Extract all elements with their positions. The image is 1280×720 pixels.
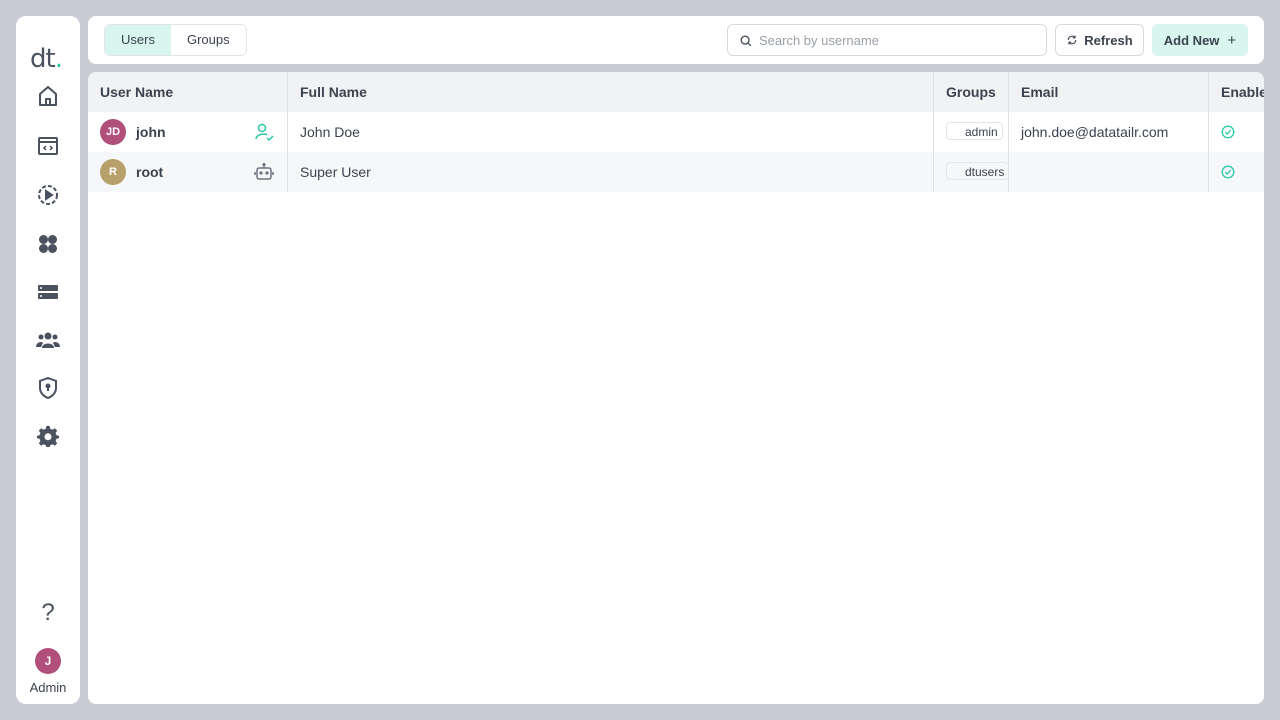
help-icon[interactable]: ? bbox=[36, 600, 60, 626]
username: root bbox=[136, 164, 164, 180]
column-divider[interactable] bbox=[287, 72, 288, 192]
avatar: R bbox=[100, 159, 126, 185]
table-header: User Name Full Name Groups Email Enabled bbox=[88, 72, 1264, 112]
logo-text: dt bbox=[30, 44, 56, 74]
server-icon[interactable] bbox=[36, 280, 60, 304]
column-header-groups[interactable]: Groups bbox=[934, 72, 1008, 112]
search-input[interactable] bbox=[759, 25, 1039, 55]
gear-icon[interactable] bbox=[36, 424, 60, 448]
tab-groups[interactable]: Groups bbox=[170, 25, 246, 55]
refresh-label: Refresh bbox=[1084, 32, 1133, 48]
check-circle-icon bbox=[1221, 125, 1235, 139]
group-chip[interactable]: admin bbox=[946, 122, 1003, 140]
column-header-enabled[interactable]: Enabled bbox=[1209, 72, 1264, 112]
apps-grid-icon[interactable] bbox=[36, 232, 60, 256]
user-avatar[interactable]: J bbox=[35, 648, 61, 674]
robot-icon bbox=[254, 162, 274, 180]
full-name: Super User bbox=[300, 164, 371, 180]
user-role-label: Admin bbox=[29, 680, 67, 695]
play-circle-icon[interactable] bbox=[36, 183, 60, 207]
code-window-icon[interactable] bbox=[36, 134, 60, 158]
logo-dot: . bbox=[54, 44, 63, 74]
view-switcher: Users Groups bbox=[104, 24, 247, 56]
column-header-fullname[interactable]: Full Name bbox=[288, 72, 933, 112]
tab-users[interactable]: Users bbox=[105, 25, 171, 55]
home-icon[interactable] bbox=[36, 84, 60, 108]
full-name: John Doe bbox=[300, 124, 360, 140]
sidebar: dt. ? J Admin bbox=[16, 16, 80, 704]
column-divider[interactable] bbox=[1008, 72, 1009, 192]
refresh-button[interactable]: Refresh bbox=[1055, 24, 1144, 56]
add-new-button[interactable]: Add New + bbox=[1152, 24, 1248, 56]
group-chip[interactable]: dtusers bbox=[946, 162, 1010, 180]
shield-icon[interactable] bbox=[36, 376, 60, 400]
email bbox=[1009, 152, 1208, 192]
search-box bbox=[727, 24, 1047, 56]
column-header-username[interactable]: User Name bbox=[88, 72, 287, 112]
refresh-icon bbox=[1067, 35, 1077, 45]
check-circle-icon bbox=[1221, 165, 1235, 179]
users-icon[interactable] bbox=[36, 328, 60, 352]
plus-icon: + bbox=[1227, 31, 1237, 49]
add-new-label: Add New bbox=[1163, 32, 1220, 48]
search-icon bbox=[740, 35, 752, 47]
avatar: JD bbox=[100, 119, 126, 145]
email: john.doe@datatailr.com bbox=[1021, 124, 1169, 140]
table-row[interactable]: R root Super User dtusers bbox=[88, 152, 1264, 192]
column-divider[interactable] bbox=[933, 72, 934, 192]
table-row[interactable]: JD john John Doe admin john.doe@datatail… bbox=[88, 112, 1264, 152]
column-header-email[interactable]: Email bbox=[1009, 72, 1208, 112]
user-check-icon bbox=[255, 123, 274, 142]
column-divider[interactable] bbox=[1208, 72, 1209, 192]
users-table: User Name Full Name Groups Email Enabled… bbox=[88, 72, 1264, 704]
logo[interactable]: dt. bbox=[30, 44, 68, 74]
toolbar: Users Groups Refresh Add New + bbox=[88, 16, 1264, 64]
username: john bbox=[136, 124, 166, 140]
